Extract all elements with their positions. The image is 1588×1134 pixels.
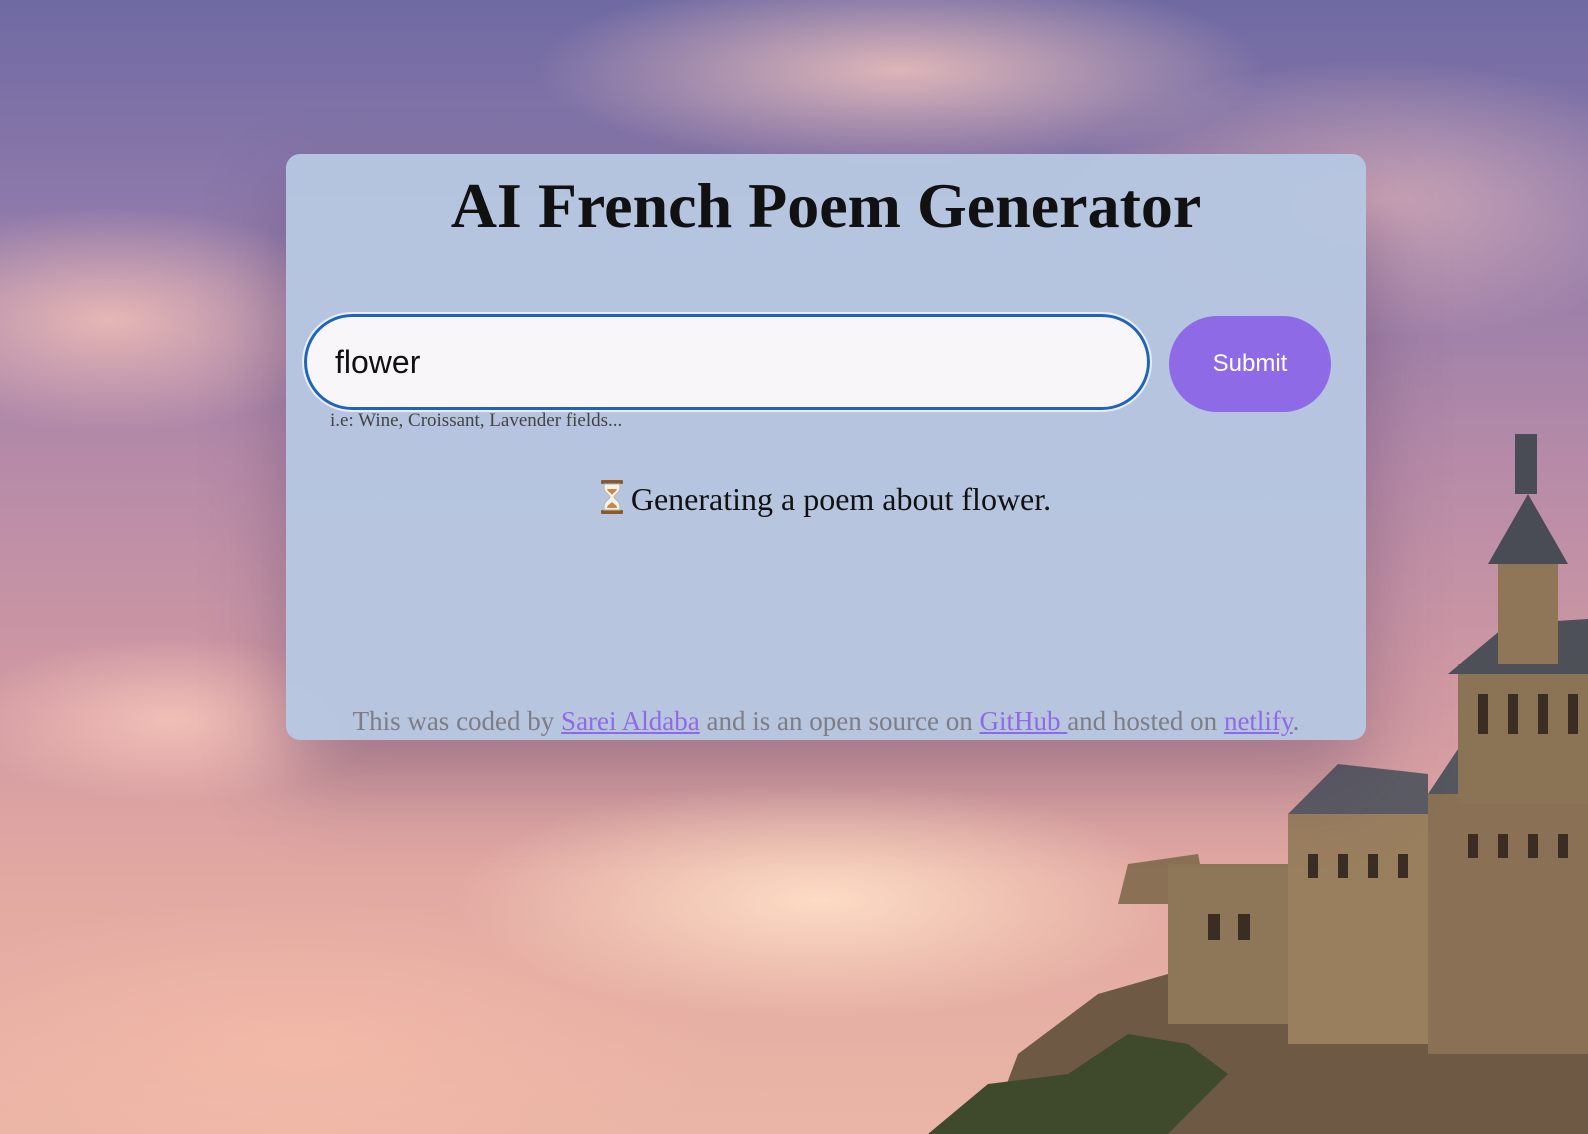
poem-generator-card: AI French Poem Generator Submit i.e: Win… [286,154,1366,740]
topic-search-input[interactable] [302,312,1152,412]
footer-text-1: This was coded by [352,706,562,736]
submit-button[interactable]: Submit [1169,316,1331,412]
netlify-link[interactable]: netlify [1224,706,1293,736]
footer-text-4: . [1292,706,1300,736]
hourglass-icon [600,480,623,522]
author-link[interactable]: Sarei Aldaba [561,706,700,736]
footer-text-2: and is an open source on [699,706,980,736]
search-form: Submit [302,312,1334,412]
input-hint: i.e: Wine, Croissant, Lavender fields... [330,410,623,431]
footer-text-3: and hosted on [1067,706,1224,736]
page-title: AI French Poem Generator [450,170,1202,241]
github-link[interactable]: GitHub [979,706,1067,736]
generation-status: Generating a poem about flower. [286,480,1366,522]
footer: This was coded by Sarei Aldaba and is an… [286,706,1366,737]
status-text: Generating a poem about flower. [630,481,1052,517]
